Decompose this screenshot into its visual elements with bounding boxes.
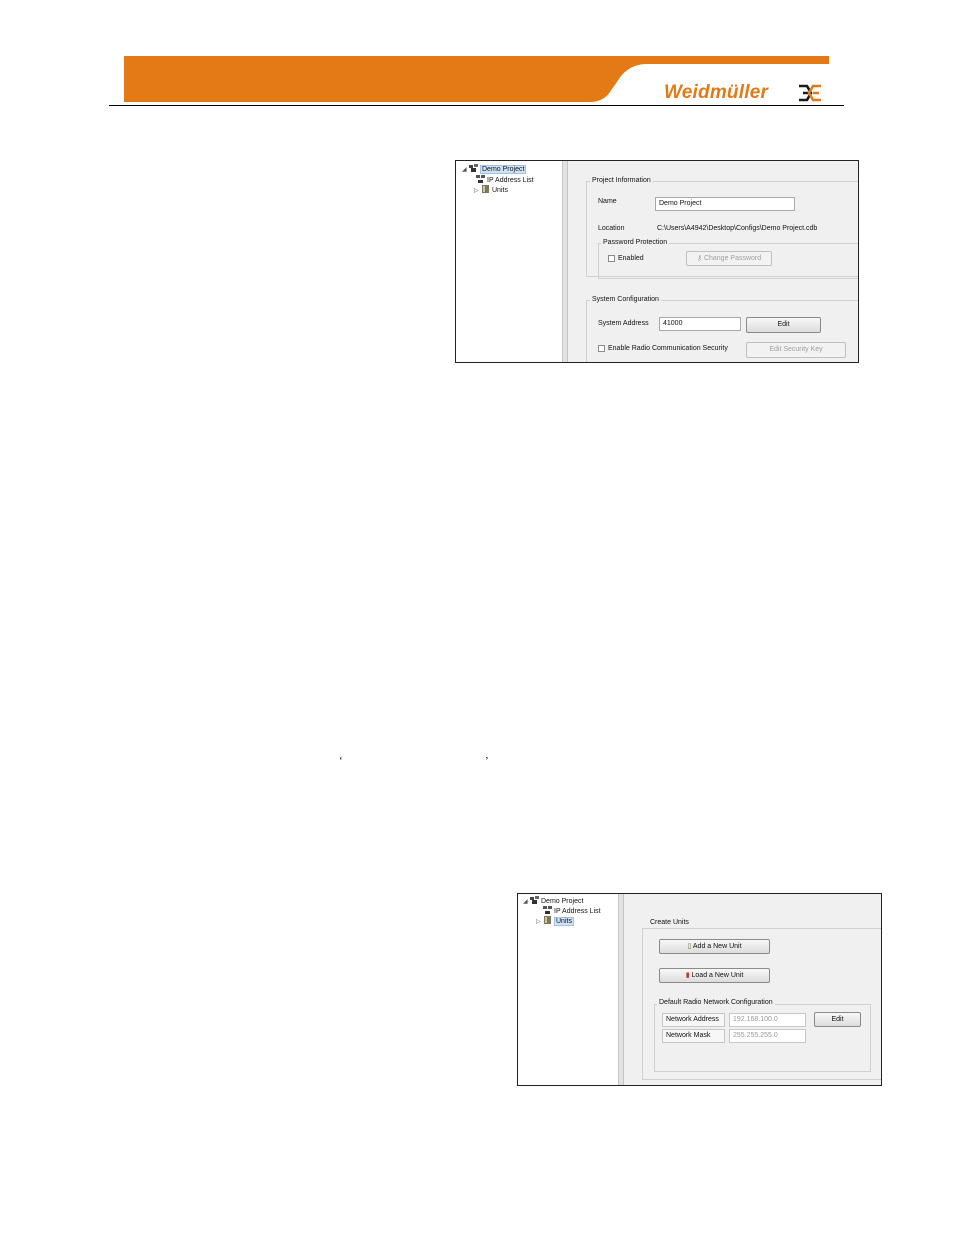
- group-title: System Configuration: [590, 295, 661, 304]
- units-icon: [544, 916, 551, 924]
- button-label: Change Password: [703, 255, 762, 262]
- name-label: Name: [598, 198, 617, 205]
- tree-node-units[interactable]: ▷ Units: [474, 185, 508, 196]
- collapse-icon[interactable]: ◢: [523, 898, 530, 907]
- expand-icon[interactable]: ▷: [474, 187, 481, 196]
- name-input[interactable]: Demo Project: [655, 197, 795, 211]
- properties-pane: Project Information Name Demo Project Lo…: [568, 161, 858, 362]
- key-icon: ⚷: [696, 255, 704, 262]
- edit-security-key-button[interactable]: Edit Security Key: [746, 342, 846, 358]
- group-title: Project Information: [590, 176, 653, 185]
- network-address-input[interactable]: 192.168.100.0: [729, 1013, 806, 1027]
- system-address-label: System Address: [598, 320, 649, 327]
- network-mask-label: Network Mask: [662, 1029, 725, 1043]
- project-tree: ◢ Demo Project IP Address List ▷ Units: [518, 894, 618, 1085]
- collapse-icon[interactable]: ◢: [462, 166, 469, 175]
- tree-node-demo-project[interactable]: ◢ Demo Project: [462, 164, 527, 175]
- network-icon: [543, 906, 552, 914]
- opening-quote: ‘: [339, 755, 343, 767]
- tree-node-label: IP Address List: [487, 177, 534, 184]
- tree-node-label: IP Address List: [554, 908, 601, 915]
- change-password-button[interactable]: ⚷ Change Password: [686, 251, 772, 266]
- tree-node-ip-address-list[interactable]: IP Address List: [476, 175, 534, 185]
- project-icon: [469, 164, 478, 172]
- network-address-label: Network Address: [662, 1013, 725, 1027]
- weidmuller-logo: Weidmüller: [664, 82, 769, 103]
- network-icon: [476, 175, 485, 183]
- project-tree: ◢ Demo Project IP Address List ▷ Units: [456, 161, 562, 362]
- units-pane: Create Units ▯ Add a New Unit ▮ Load a N…: [624, 894, 881, 1085]
- expand-icon[interactable]: ▷: [536, 918, 543, 927]
- project-icon: [530, 896, 539, 904]
- password-enabled-checkbox[interactable]: [608, 255, 615, 262]
- weidmuller-logo-mark-icon: [799, 84, 821, 102]
- location-label: Location: [598, 225, 625, 232]
- units-screenshot: ◢ Demo Project IP Address List ▷ Units Cre…: [517, 893, 882, 1086]
- tree-node-label: Demo Project: [480, 165, 527, 174]
- tree-node-label: Units: [492, 187, 508, 194]
- system-address-input[interactable]: 41000: [659, 317, 741, 331]
- radio-security-label: Enable Radio Communication Security: [608, 345, 728, 352]
- tree-node-ip-address-list[interactable]: IP Address List: [543, 906, 601, 916]
- tree-node-label: Demo Project: [541, 898, 584, 905]
- location-value: C:\Users\A4942\Desktop\Configs\Demo Proj…: [657, 225, 818, 232]
- header-rule: [109, 105, 844, 106]
- group-title: Password Protection: [601, 238, 670, 247]
- radio-security-checkbox[interactable]: [598, 345, 605, 352]
- button-label: Add a New Unit: [692, 943, 742, 950]
- edit-system-address-button[interactable]: Edit: [746, 317, 821, 333]
- tree-node-units[interactable]: ▷ Units: [536, 916, 574, 927]
- units-icon: [482, 185, 489, 193]
- edit-network-button[interactable]: Edit: [814, 1012, 861, 1027]
- tree-node-label: Units: [554, 917, 574, 926]
- network-mask-input[interactable]: 255.255.255.0: [729, 1029, 806, 1043]
- enabled-label: Enabled: [618, 255, 644, 262]
- button-label: Load a New Unit: [691, 972, 744, 979]
- group-title: Default Radio Network Configuration: [657, 998, 775, 1007]
- load-new-unit-button[interactable]: ▮ Load a New Unit: [659, 968, 770, 983]
- closing-quote: ’: [485, 755, 489, 767]
- group-title: Create Units: [648, 918, 691, 927]
- project-properties-screenshot: ◢ Demo Project IP Address List ▷ Units Pro…: [455, 160, 859, 363]
- add-new-unit-button[interactable]: ▯ Add a New Unit: [659, 939, 770, 954]
